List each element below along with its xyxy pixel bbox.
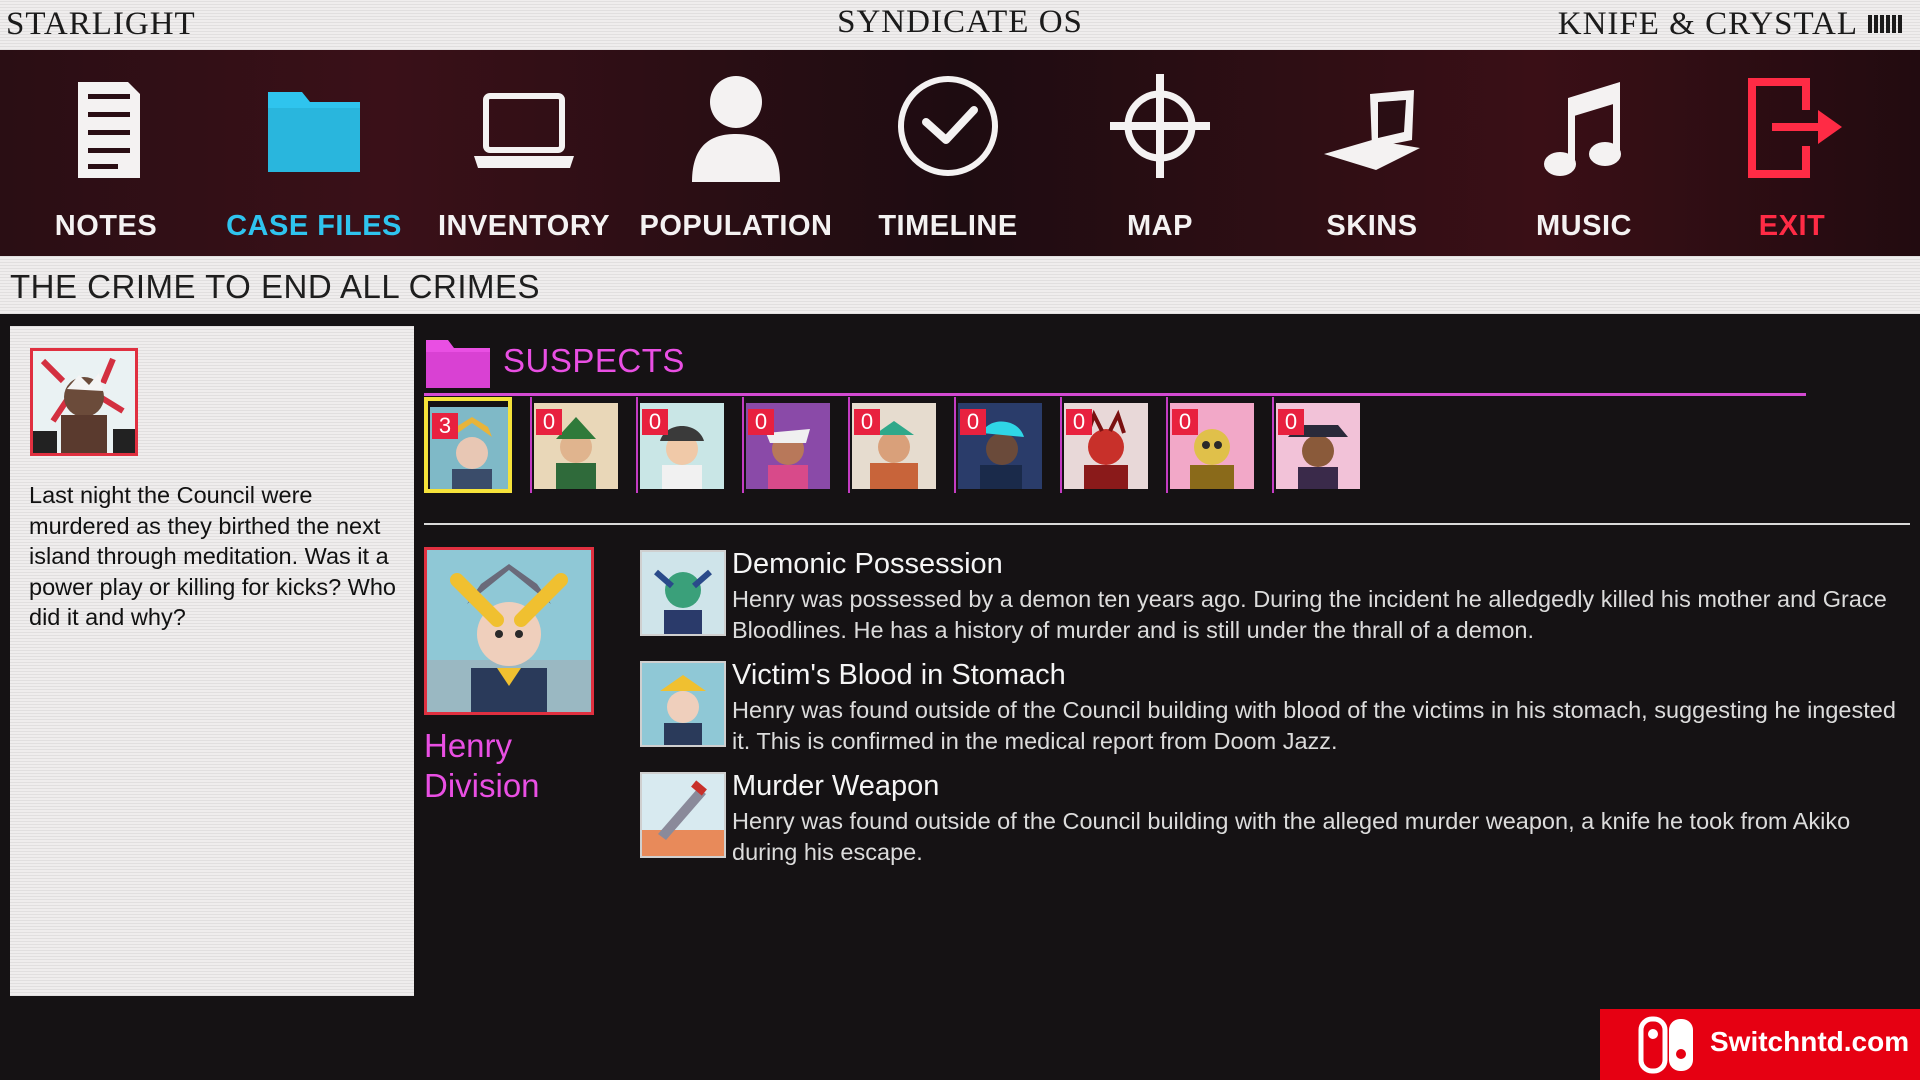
evidence-title: Murder Weapon: [732, 770, 940, 802]
suspect-portrait-4[interactable]: 0: [742, 397, 830, 493]
suspect-portrait-7[interactable]: 0: [1060, 397, 1148, 493]
suspect-portrait-3[interactable]: 0: [636, 397, 724, 493]
exit-icon: [1748, 78, 1842, 178]
nav-exit-label: EXIT: [1758, 210, 1826, 242]
case-summary-panel: Last night the Council were murdered as …: [10, 326, 414, 996]
selected-suspect-portrait: [424, 547, 594, 715]
evidence-count-badge: 0: [748, 409, 774, 435]
evidence-description: Henry was found outside of the Council b…: [732, 808, 1851, 865]
evidence-count-badge: 0: [960, 409, 986, 435]
person-icon: [692, 76, 780, 182]
skins-icon: [1324, 90, 1420, 170]
evidence-description: Henry was found outside of the Council b…: [732, 697, 1896, 754]
suspect-portrait-6[interactable]: 0: [954, 397, 1042, 493]
nav-case-files-label: CASE FILES: [226, 210, 402, 242]
evidence-count-badge: 0: [642, 409, 668, 435]
nav-skins-label: SKINS: [1326, 210, 1418, 242]
suspect-portrait-5[interactable]: 0: [848, 397, 936, 493]
evidence-count-badge: 0: [1172, 409, 1198, 435]
evidence-title: Demonic Possession: [732, 548, 1003, 580]
evidence-item[interactable]: Demonic Possession Henry was possessed b…: [640, 548, 1920, 648]
suspects-divider-line: [424, 393, 1806, 396]
clock-icon: [898, 76, 998, 176]
nav-timeline[interactable]: TIMELINE: [842, 74, 1054, 244]
evidence-title: Victim's Blood in Stomach: [732, 659, 1066, 691]
case-title: THE CRIME TO END ALL CRIMES: [10, 268, 540, 305]
watermark-text: Switchntd.com: [1710, 1026, 1910, 1057]
nav-notes[interactable]: NOTES: [0, 74, 212, 244]
nav-skins[interactable]: SKINS: [1266, 74, 1478, 244]
evidence-thumbnail: [640, 661, 726, 747]
watermark-banner: Switchntd.com: [1600, 1009, 1920, 1080]
laptop-icon: [474, 93, 574, 168]
folder-icon: [268, 92, 360, 172]
notes-icon: [78, 82, 140, 178]
nav-exit[interactable]: EXIT: [1686, 74, 1898, 244]
nav-notes-label: NOTES: [54, 210, 158, 242]
evidence-count-badge: 0: [854, 409, 880, 435]
nav-population-label: POPULATION: [639, 210, 833, 242]
case-summary-text: Last night the Council were murdered as …: [29, 482, 396, 630]
suspect-portrait-2[interactable]: 0: [530, 397, 618, 493]
suspect-portrait-1[interactable]: 3: [424, 397, 512, 493]
switch-logo-icon: [1638, 1016, 1693, 1074]
suspects-label: SUSPECTS: [503, 342, 685, 379]
crosshair-icon: [1110, 74, 1210, 178]
nav-population[interactable]: POPULATION: [630, 74, 842, 244]
evidence-count-badge: 3: [432, 413, 458, 439]
main-nav: NOTES CASE FILES INVENTORY POPULATION TI…: [0, 50, 1920, 256]
case-thumbnail: [30, 348, 138, 456]
nav-timeline-label: TIMELINE: [878, 210, 1018, 242]
nav-music[interactable]: MUSIC: [1478, 74, 1690, 244]
game-title: KNIFE & CRYSTAL: [1557, 6, 1858, 42]
suspect-name: Henry Division: [424, 727, 540, 804]
evidence-description: Henry was possessed by a demon ten years…: [732, 586, 1887, 643]
nav-map[interactable]: MAP: [1054, 74, 1266, 244]
evidence-thumbnail: [640, 772, 726, 858]
battery-icon: [1868, 15, 1914, 35]
suspect-portrait-9[interactable]: 0: [1272, 397, 1360, 493]
suspect-portrait-8[interactable]: 0: [1166, 397, 1254, 493]
nav-inventory[interactable]: INVENTORY: [418, 74, 630, 244]
top-status-bar: STARLIGHT SYNDICATE OS KNIFE & CRYSTAL: [0, 0, 1920, 50]
evidence-item[interactable]: Victim's Blood in Stomach Henry was foun…: [640, 659, 1920, 759]
folder-icon: [426, 340, 490, 388]
suspects-header: SUSPECTS: [424, 334, 1804, 390]
evidence-thumbnail: [640, 550, 726, 636]
nav-music-label: MUSIC: [1536, 210, 1632, 242]
nav-inventory-label: INVENTORY: [437, 210, 611, 242]
nav-map-label: MAP: [1127, 210, 1193, 242]
evidence-count-badge: 0: [1278, 409, 1304, 435]
evidence-count-badge: 0: [1066, 409, 1092, 435]
evidence-item[interactable]: Murder Weapon Henry was found outside of…: [640, 770, 1920, 870]
section-divider: [424, 523, 1910, 525]
case-title-bar: THE CRIME TO END ALL CRIMES: [0, 256, 1920, 314]
nav-case-files[interactable]: CASE FILES: [208, 74, 420, 244]
music-note-icon: [1544, 82, 1621, 176]
evidence-count-badge: 0: [536, 409, 562, 435]
